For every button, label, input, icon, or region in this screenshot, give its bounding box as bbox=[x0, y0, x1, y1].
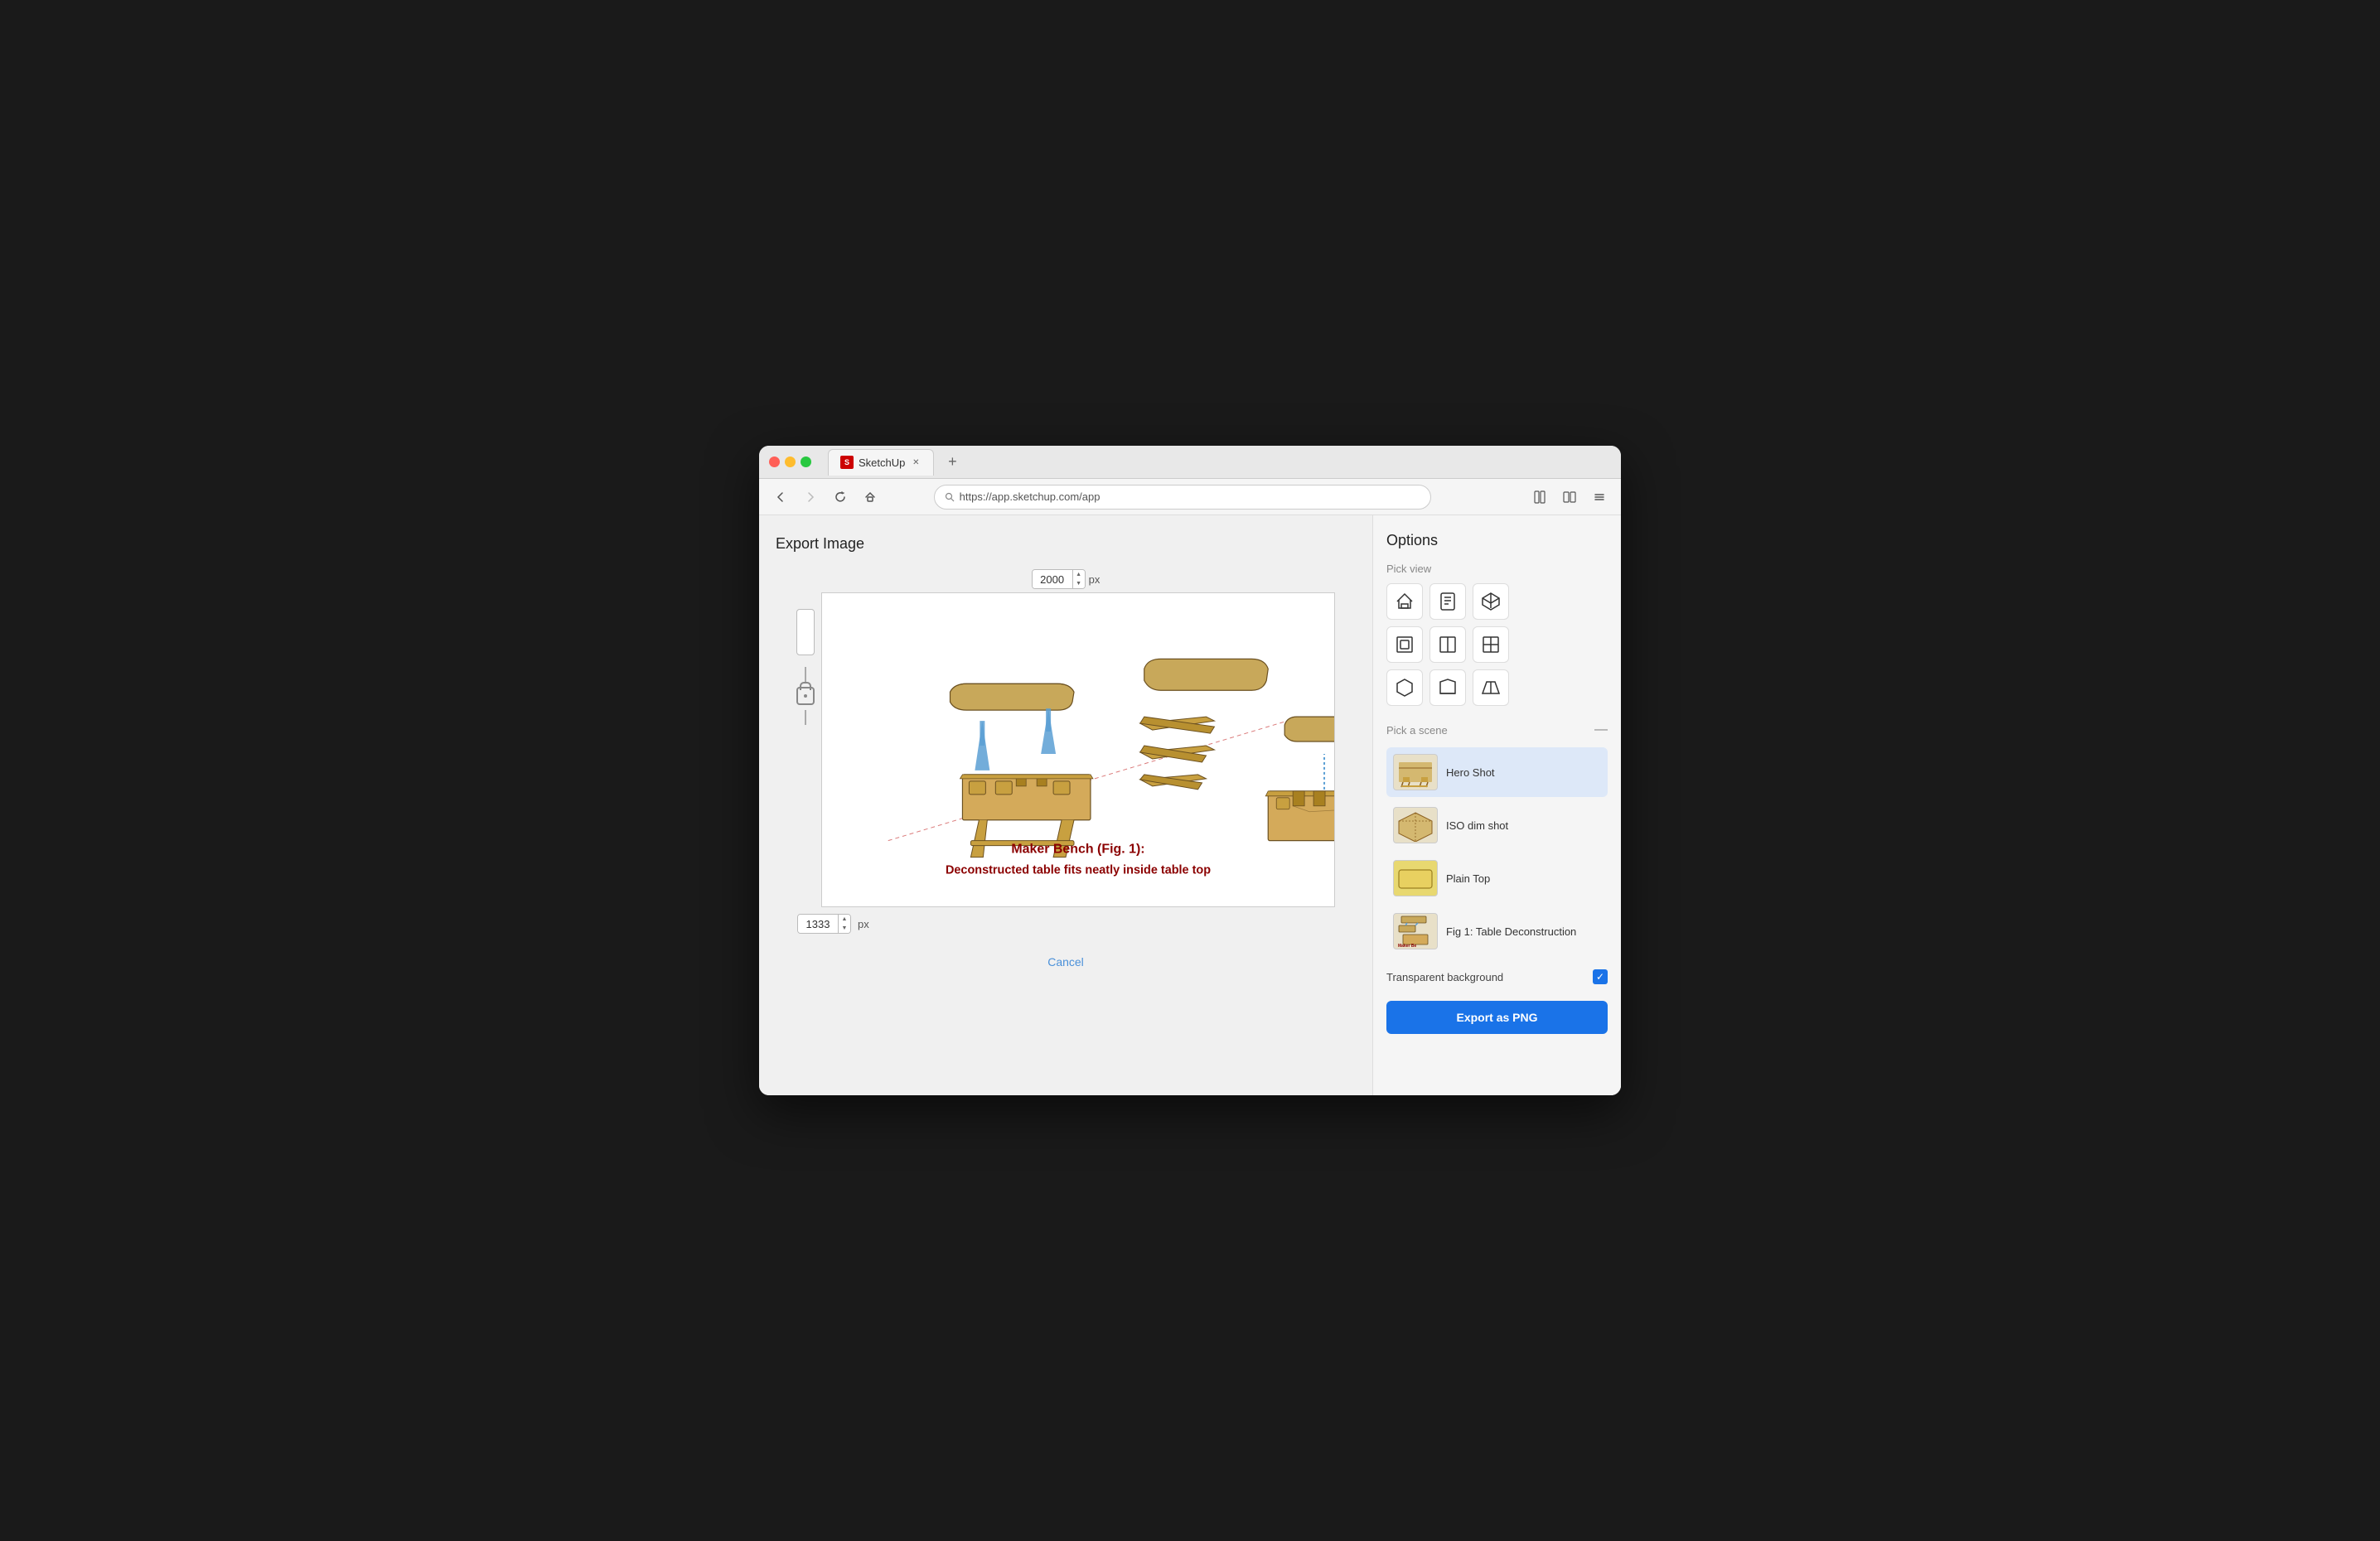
scene-thumbnail-iso-dim-shot bbox=[1393, 807, 1438, 843]
view-btn-house[interactable] bbox=[1386, 583, 1423, 620]
view-btn-side[interactable] bbox=[1429, 626, 1466, 663]
maximize-window-btn[interactable] bbox=[801, 457, 811, 467]
image-row: Maker Bench (Fig. 1): Deconstructed tabl… bbox=[796, 592, 1335, 907]
view-btn-box[interactable] bbox=[1473, 583, 1509, 620]
height-input[interactable] bbox=[810, 611, 815, 650]
pick-view-label: Pick view bbox=[1386, 563, 1608, 575]
view-btn-elevation[interactable] bbox=[1429, 669, 1466, 706]
traffic-lights bbox=[769, 457, 811, 467]
forward-btn[interactable] bbox=[799, 485, 822, 509]
height-up-btn[interactable]: ▲ bbox=[839, 915, 850, 924]
titlebar: S SketchUp ✕ + bbox=[759, 446, 1621, 479]
scene-item-iso-dim-shot[interactable]: ISO dim shot bbox=[1386, 800, 1608, 850]
browser-window: S SketchUp ✕ + https://app.sketchup.com/… bbox=[759, 446, 1621, 1095]
close-tab-btn[interactable]: ✕ bbox=[910, 457, 922, 468]
width-down-btn[interactable]: ▼ bbox=[1073, 579, 1085, 588]
image-area: ▲ ▼ px bbox=[776, 569, 1356, 973]
width-control-row: ▲ ▼ px bbox=[1032, 569, 1101, 589]
scene-item-hero-shot[interactable]: Hero Shot bbox=[1386, 747, 1608, 797]
left-panel: Export Image ▲ ▼ px bbox=[759, 515, 1372, 1095]
lock-icon[interactable] bbox=[796, 687, 815, 705]
panel-title: Export Image bbox=[776, 535, 1356, 553]
canvas-preview: Maker Bench (Fig. 1): Deconstructed tabl… bbox=[821, 592, 1335, 907]
browser-toolbar: https://app.sketchup.com/app bbox=[759, 479, 1621, 515]
minimize-window-btn[interactable] bbox=[785, 457, 796, 467]
bottom-actions: Cancel bbox=[1047, 950, 1084, 973]
svg-text:Deconstructed table fits neatl: Deconstructed table fits neatly inside t… bbox=[946, 864, 1211, 877]
height-value-input[interactable] bbox=[798, 915, 838, 933]
main-content: Export Image ▲ ▼ px bbox=[759, 515, 1621, 1095]
top-board-left bbox=[951, 684, 1075, 710]
height-spinner[interactable] bbox=[796, 609, 815, 655]
sketchup-logo: S bbox=[840, 456, 854, 469]
scene-thumbnail-plain-top bbox=[1393, 860, 1438, 896]
transparent-bg-label: Transparent background bbox=[1386, 971, 1503, 983]
scene-name-hero-shot: Hero Shot bbox=[1446, 766, 1495, 779]
width-up-btn[interactable]: ▲ bbox=[1073, 570, 1085, 579]
menu-btn[interactable] bbox=[1588, 485, 1611, 509]
scene-name-iso-dim-shot: ISO dim shot bbox=[1446, 819, 1508, 832]
export-png-btn[interactable]: Export as PNG bbox=[1386, 1001, 1608, 1034]
reload-btn[interactable] bbox=[829, 485, 852, 509]
close-window-btn[interactable] bbox=[769, 457, 780, 467]
active-tab[interactable]: S SketchUp ✕ bbox=[828, 449, 934, 476]
scene-item-plain-top[interactable]: Plain Top bbox=[1386, 853, 1608, 903]
url-text: https://app.sketchup.com/app bbox=[960, 490, 1101, 503]
width-spinner[interactable]: ▲ ▼ bbox=[1032, 569, 1086, 589]
width-input[interactable] bbox=[1033, 570, 1072, 588]
scene-item-fig1[interactable]: Maker Be Fig 1: Table Deconstruction bbox=[1386, 906, 1608, 956]
view-icons-grid bbox=[1386, 583, 1608, 706]
height-down-btn[interactable]: ▼ bbox=[839, 924, 850, 933]
transparent-bg-checkbox[interactable]: ✓ bbox=[1593, 969, 1608, 984]
top-board-right-large bbox=[1144, 659, 1269, 690]
view-btn-layout[interactable] bbox=[1473, 626, 1509, 663]
scene-thumbnail-fig1: Maker Be bbox=[1393, 913, 1438, 949]
svg-text:Maker Bench (Fig. 1):: Maker Bench (Fig. 1): bbox=[1011, 843, 1144, 857]
options-title: Options bbox=[1386, 532, 1608, 549]
scene-name-fig1: Fig 1: Table Deconstruction bbox=[1446, 925, 1576, 938]
toolbar-right bbox=[1528, 485, 1611, 509]
cancel-btn[interactable]: Cancel bbox=[1047, 950, 1084, 973]
back-btn[interactable] bbox=[769, 485, 792, 509]
tab-label: SketchUp bbox=[859, 457, 905, 469]
bookmarks-btn[interactable] bbox=[1528, 485, 1551, 509]
right-small-board bbox=[1284, 717, 1334, 742]
width-unit: px bbox=[1089, 573, 1101, 586]
bench-box-right bbox=[1265, 791, 1334, 841]
pick-scene-label: Pick a scene bbox=[1386, 724, 1448, 737]
view-btn-iso[interactable] bbox=[1386, 669, 1423, 706]
height-control bbox=[796, 592, 815, 725]
view-btn-page[interactable] bbox=[1429, 583, 1466, 620]
scene-thumbnail-hero-shot bbox=[1393, 754, 1438, 790]
split-view-btn[interactable] bbox=[1558, 485, 1581, 509]
scene-section-header: Pick a scene — bbox=[1386, 722, 1608, 737]
height-display[interactable]: ▲ ▼ bbox=[797, 914, 851, 934]
search-icon bbox=[945, 492, 955, 502]
bench-illustration: Maker Bench (Fig. 1): Deconstructed tabl… bbox=[822, 593, 1334, 906]
right-panel: Options Pick view bbox=[1372, 515, 1621, 1095]
svg-text:Maker Be: Maker Be bbox=[1398, 944, 1416, 948]
view-btn-perspective[interactable] bbox=[1473, 669, 1509, 706]
address-bar[interactable]: https://app.sketchup.com/app bbox=[934, 485, 1431, 510]
home-btn[interactable] bbox=[859, 485, 882, 509]
transparent-bg-row: Transparent background ✓ bbox=[1386, 969, 1608, 984]
arrow-left bbox=[975, 721, 989, 770]
height-unit: px bbox=[858, 918, 869, 930]
cross-legs bbox=[1140, 717, 1215, 790]
new-tab-btn[interactable]: + bbox=[941, 451, 964, 474]
arrow-middle bbox=[1041, 708, 1056, 754]
collapse-scene-btn[interactable]: — bbox=[1594, 722, 1608, 737]
view-btn-front[interactable] bbox=[1386, 626, 1423, 663]
scene-name-plain-top: Plain Top bbox=[1446, 872, 1490, 885]
